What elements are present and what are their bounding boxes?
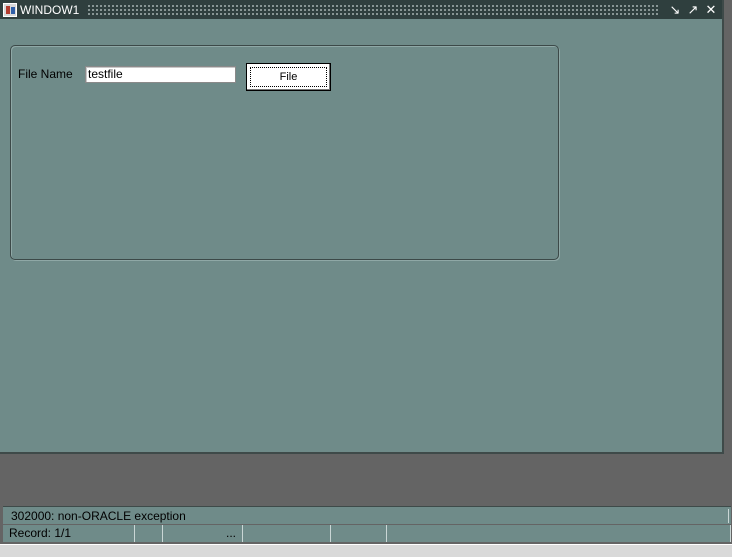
status-segment-3: ...	[163, 525, 243, 542]
message-bar: 302000: non-ORACLE exception	[3, 506, 731, 524]
window-titlebar[interactable]: WINDOW1 ↘ ↗ ✕	[0, 0, 722, 19]
file-button[interactable]: File	[246, 63, 331, 91]
record-indicator: Record: 1/1	[3, 525, 135, 542]
file-button-label: File	[279, 71, 298, 83]
status-message: 302000: non-ORACLE exception	[11, 509, 186, 523]
minimize-icon[interactable]: ↘	[667, 2, 683, 18]
status-segment-2	[135, 525, 163, 542]
file-name-label: File Name	[18, 67, 73, 81]
record-text: Record: 1/1	[9, 526, 72, 540]
close-icon[interactable]: ✕	[703, 2, 719, 18]
status-segment-6	[387, 525, 731, 542]
window-title: WINDOW1	[20, 2, 80, 17]
status-segment-5	[331, 525, 387, 542]
app-icon	[3, 2, 17, 17]
bottom-strip	[0, 544, 732, 557]
restore-icon[interactable]: ↗	[685, 2, 701, 18]
status-ellipsis: ...	[225, 526, 236, 540]
file-name-input[interactable]: testfile	[85, 66, 236, 83]
message-divider	[728, 509, 729, 523]
titlebar-grip	[87, 4, 659, 15]
form-window: WINDOW1 ↘ ↗ ✕ File Name testfile File	[0, 0, 724, 454]
status-segment-4	[243, 525, 331, 542]
record-bar: Record: 1/1 ...	[3, 525, 731, 542]
